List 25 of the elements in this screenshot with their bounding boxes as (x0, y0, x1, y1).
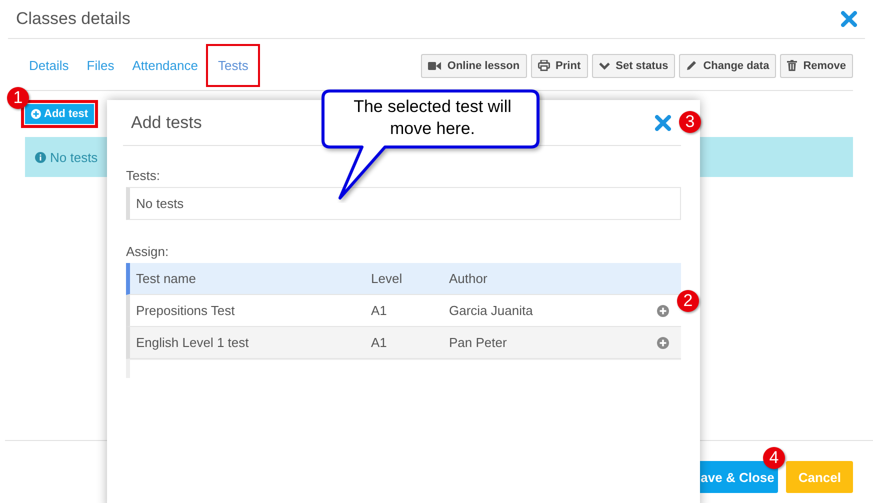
button-label: Change data (703, 60, 770, 72)
table-cell-text: Prepositions Test (136, 303, 236, 318)
button-label: Set status (616, 60, 668, 72)
step-number-badge: 3 (679, 111, 701, 133)
tests-field: No tests (126, 187, 681, 220)
modal-title: Add tests (131, 112, 202, 132)
alert-text: No tests (50, 150, 98, 164)
button-label: Print (556, 60, 581, 72)
column-header: Level (371, 271, 404, 286)
table-cell-text: English Level 1 test (136, 335, 250, 350)
window-title: Classes details (16, 9, 130, 29)
step-number-badge: 2 (677, 290, 699, 312)
step-number-badge: 4 (763, 447, 785, 469)
table-cell-text: Pan Peter (449, 335, 508, 350)
column-header: Author (449, 271, 488, 286)
button-label: Online lesson (447, 60, 520, 72)
button-label: Remove (803, 60, 846, 72)
step-number-badge: 1 (7, 87, 29, 109)
table-cell-text: A1 (371, 303, 388, 318)
table-cell-text: Garcia Juanita (449, 303, 534, 318)
callout-text: The selected test will move here. (352, 96, 512, 140)
field-label: Assign: (126, 244, 170, 259)
field-label: Tests: (126, 168, 161, 183)
column-header: Test name (136, 271, 197, 286)
table-cell-text: A1 (371, 335, 388, 350)
